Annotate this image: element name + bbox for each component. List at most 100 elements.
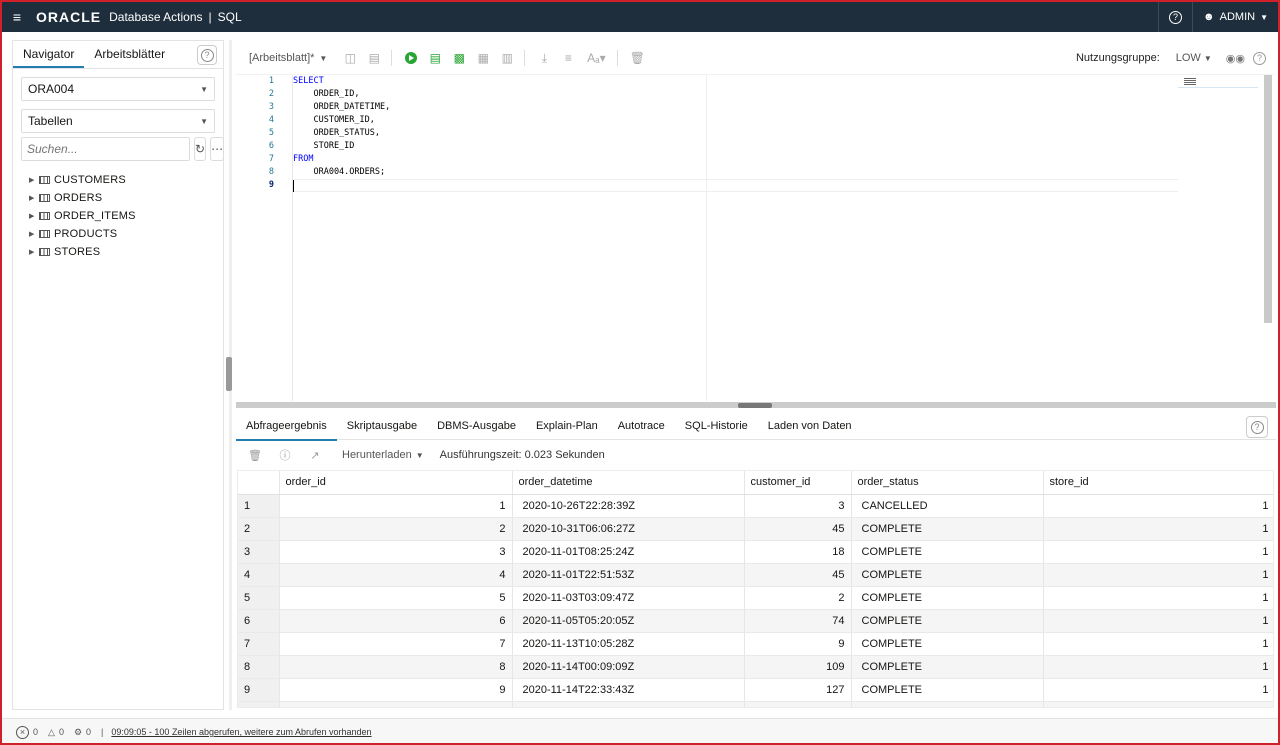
table-cell[interactable]: 3 [744, 494, 852, 518]
search-input[interactable] [21, 137, 190, 161]
table-row[interactable]: 6 6 2020-11-05T05:20:05Z 74 COMPLETE 1 [238, 609, 1273, 633]
table-cell[interactable]: 2020-10-26T22:28:39Z [512, 494, 745, 518]
table-cell[interactable]: COMPLETE [851, 540, 1044, 564]
object-type-select[interactable]: Tabellen ▼ [21, 109, 215, 133]
table-row[interactable]: 9 9 2020-11-14T22:33:43Z 127 COMPLETE 1 [238, 678, 1273, 702]
error-icon[interactable]: × [16, 725, 29, 739]
table-cell[interactable]: 186 [744, 701, 852, 707]
expand-icon[interactable]: ▶ [29, 194, 39, 202]
table-cell[interactable]: 2020-11-13T10:05:28Z [512, 632, 745, 656]
table-cell[interactable]: COMPLETE [851, 563, 1044, 587]
table-cell[interactable]: 2020-11-14T00:09:09Z [512, 655, 745, 679]
save-icon[interactable]: ▤ [363, 48, 385, 68]
table-row[interactable]: 3 3 2020-11-01T08:25:24Z 18 COMPLETE 1 [238, 540, 1273, 564]
status-message-link[interactable]: 09:09:05 - 100 Zeilen abgerufen, weitere… [111, 727, 371, 737]
table-cell[interactable]: 127 [744, 678, 852, 702]
column-header[interactable]: store_id [1043, 471, 1273, 495]
results-help-button[interactable]: ? [1246, 416, 1268, 438]
collapse-handle[interactable] [226, 357, 232, 391]
tree-item-stores[interactable]: ▶ STORES [13, 243, 223, 261]
gear-icon[interactable]: ⚙ [74, 727, 82, 738]
table-cell[interactable]: COMPLETE [851, 609, 1044, 633]
table-cell[interactable]: 2020-11-14T22:33:43Z [512, 678, 745, 702]
consumer-group-select[interactable]: LOW ▼ [1176, 52, 1212, 64]
horizontal-splitter[interactable] [236, 402, 1276, 408]
table-cell[interactable]: 45 [744, 563, 852, 587]
table-cell[interactable]: 2020-11-05T05:20:05Z [512, 609, 745, 633]
table-cell[interactable]: 1 [1043, 678, 1273, 702]
trash-icon[interactable]: 🗑 [244, 449, 266, 462]
expand-icon[interactable]: ▶ [29, 212, 39, 220]
hamburger-menu-icon[interactable]: ≡ [2, 9, 32, 25]
tab-navigator[interactable]: Navigator [13, 47, 85, 68]
tab-explain-plan[interactable]: Explain-Plan [526, 412, 608, 440]
table-row[interactable]: 2 2 2020-10-31T06:06:27Z 45 COMPLETE 1 [238, 517, 1273, 541]
tree-item-order-items[interactable]: ▶ ORDER_ITEMS [13, 207, 223, 225]
table-row[interactable]: 8 8 2020-11-14T00:09:09Z 109 COMPLETE 1 [238, 655, 1273, 679]
table-cell[interactable]: 8 [279, 655, 513, 679]
table-cell[interactable]: COMPLETE [851, 701, 1044, 707]
binoculars-icon[interactable]: ◉◉ [1226, 52, 1245, 65]
tab-data-loading[interactable]: Laden von Daten [758, 412, 862, 440]
table-cell[interactable]: 5 [279, 586, 513, 610]
table-cell[interactable]: COMPLETE [851, 586, 1044, 610]
tree-item-orders[interactable]: ▶ ORDERS [13, 189, 223, 207]
table-cell[interactable]: 2020-11-01T08:25:24Z [512, 540, 745, 564]
column-header[interactable]: order_datetime [512, 471, 745, 495]
help-icon[interactable]: ? [1253, 51, 1266, 65]
table-cell[interactable]: 1 [1043, 655, 1273, 679]
more-options-button[interactable]: ⋯ [210, 137, 225, 161]
table-cell[interactable]: 9 [279, 678, 513, 702]
tab-worksheets[interactable]: Arbeitsblätter [84, 47, 175, 68]
open-folder-icon[interactable]: ◫ [339, 48, 361, 68]
download-menu[interactable]: Herunterladen ▼ [342, 449, 424, 461]
sql-editor[interactable]: 1 2 3 4 5 6 7 8 9 SELECT ORDER_ID, ORDER… [236, 74, 1274, 402]
minimap[interactable] [1178, 78, 1258, 88]
sql-tuning-icon[interactable]: ▥ [496, 48, 518, 68]
run-statement-button[interactable] [400, 48, 422, 68]
table-row[interactable]: 5 5 2020-11-03T03:09:47Z 2 COMPLETE 1 [238, 586, 1273, 610]
user-menu-button[interactable]: ☻ ADMIN ▼ [1192, 2, 1278, 32]
table-row[interactable]: 7 7 2020-11-13T10:05:28Z 9 COMPLETE 1 [238, 632, 1273, 656]
splitter-grip[interactable] [738, 403, 772, 408]
table-cell[interactable]: 1 [1043, 586, 1273, 610]
table-cell[interactable]: 2 [279, 517, 513, 541]
table-cell[interactable]: 6 [279, 609, 513, 633]
text-case-icon[interactable]: Aₐ▾ [581, 48, 611, 68]
table-cell[interactable]: 7 [279, 632, 513, 656]
table-cell[interactable]: 109 [744, 655, 852, 679]
table-cell[interactable]: 1 [1043, 632, 1273, 656]
table-cell[interactable]: 2 [744, 586, 852, 610]
refresh-button[interactable]: ↻ [194, 137, 207, 161]
table-cell[interactable]: 18 [744, 540, 852, 564]
table-cell[interactable]: 2020-10-31T06:06:27Z [512, 517, 745, 541]
table-cell[interactable]: CANCELLED [851, 494, 1044, 518]
table-cell[interactable]: 1 [1043, 609, 1273, 633]
table-cell[interactable]: 1 [1043, 494, 1273, 518]
open-external-icon[interactable]: ↗ [304, 449, 326, 462]
table-cell[interactable]: 1 [279, 494, 513, 518]
schema-select[interactable]: ORA004 ▼ [21, 77, 215, 101]
table-cell[interactable]: COMPLETE [851, 632, 1044, 656]
table-cell[interactable]: 1 [1043, 517, 1273, 541]
table-cell[interactable]: 2020-11-01T22:51:53Z [512, 563, 745, 587]
column-header[interactable]: customer_id [744, 471, 852, 495]
table-cell[interactable]: 1 [1043, 563, 1273, 587]
table-cell[interactable]: 2020-11-14T23:10:07Z [512, 701, 745, 707]
trash-icon[interactable]: 🗑 [626, 48, 648, 68]
table-row[interactable]: 1 1 2020-10-26T22:28:39Z 3 CANCELLED 1 [238, 494, 1273, 518]
expand-icon[interactable]: ▶ [29, 230, 39, 238]
table-cell[interactable]: 45 [744, 517, 852, 541]
info-icon[interactable]: ⓘ [274, 447, 296, 463]
warning-icon[interactable]: △ [48, 727, 55, 738]
tab-dbms-output[interactable]: DBMS-Ausgabe [427, 412, 526, 440]
table-cell[interactable]: 2020-11-03T03:09:47Z [512, 586, 745, 610]
autotrace-icon[interactable]: ▦ [472, 48, 494, 68]
table-cell[interactable]: 3 [279, 540, 513, 564]
table-cell[interactable]: 74 [744, 609, 852, 633]
tree-item-customers[interactable]: ▶ CUSTOMERS [13, 171, 223, 189]
download-icon[interactable]: ⤓ [533, 48, 555, 68]
table-cell[interactable]: 9 [744, 632, 852, 656]
expand-icon[interactable]: ▶ [29, 176, 39, 184]
table-cell[interactable]: COMPLETE [851, 517, 1044, 541]
